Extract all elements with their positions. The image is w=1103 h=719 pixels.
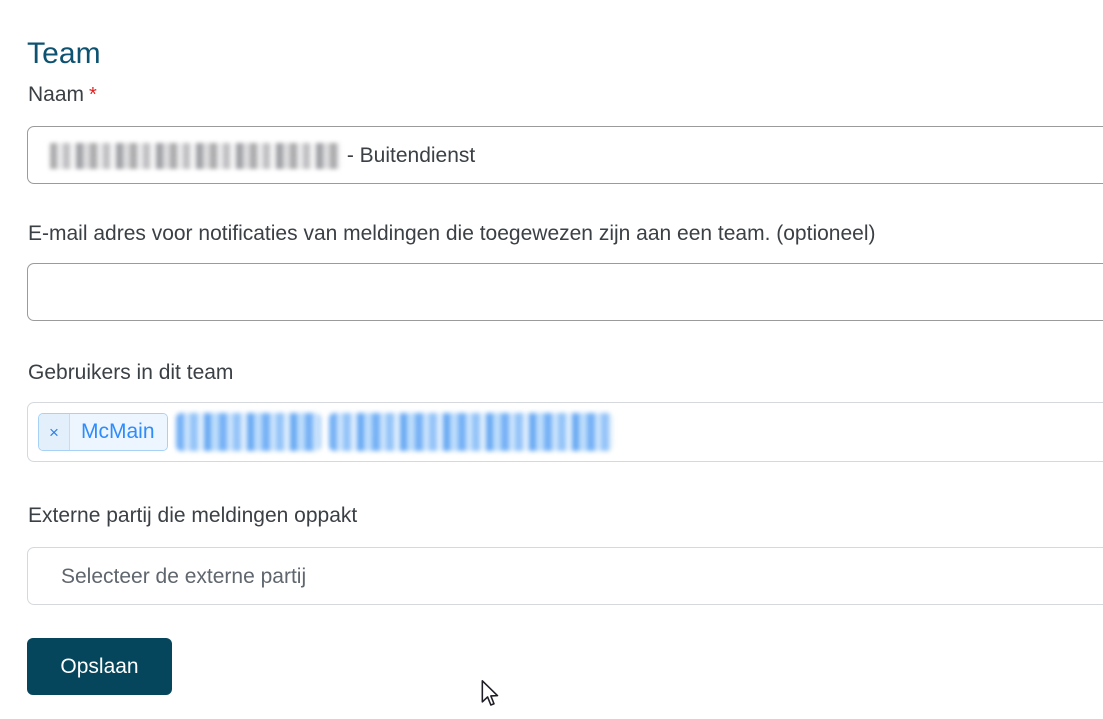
- user-chip-redacted-1[interactable]: [175, 413, 321, 451]
- name-input[interactable]: - Buitendienst: [27, 126, 1103, 184]
- email-field-label: E-mail adres voor notificaties van meldi…: [28, 222, 876, 245]
- external-party-select[interactable]: Selecteer de externe partij: [27, 547, 1103, 605]
- name-field-label: Naam *: [28, 82, 97, 108]
- name-input-value: - Buitendienst: [50, 143, 476, 170]
- required-asterisk-icon: *: [89, 84, 97, 106]
- external-party-placeholder: Selecteer de externe partij: [61, 565, 307, 588]
- email-input[interactable]: [27, 263, 1103, 321]
- users-field-label: Gebruikers in dit team: [28, 361, 234, 384]
- chip-remove-icon[interactable]: ×: [39, 414, 70, 450]
- external-party-field-label: Externe partij die meldingen oppakt: [28, 504, 358, 527]
- arrow-pointer-icon: [481, 680, 499, 706]
- team-form-page: Team Naam * - Buitendienst E-mail adres v…: [0, 0, 1103, 719]
- user-chip-redacted-2[interactable]: [328, 413, 613, 451]
- redacted-name-block: [50, 143, 340, 170]
- page-title: Team: [27, 37, 101, 71]
- user-chip-mcmain[interactable]: × McMain: [38, 413, 168, 451]
- save-button[interactable]: Opslaan: [27, 638, 172, 695]
- name-value-suffix: - Buitendienst: [341, 144, 476, 167]
- name-label-text: Naam: [28, 83, 85, 106]
- chip-label: McMain: [70, 414, 167, 450]
- users-chips-container[interactable]: × McMain: [27, 402, 1103, 462]
